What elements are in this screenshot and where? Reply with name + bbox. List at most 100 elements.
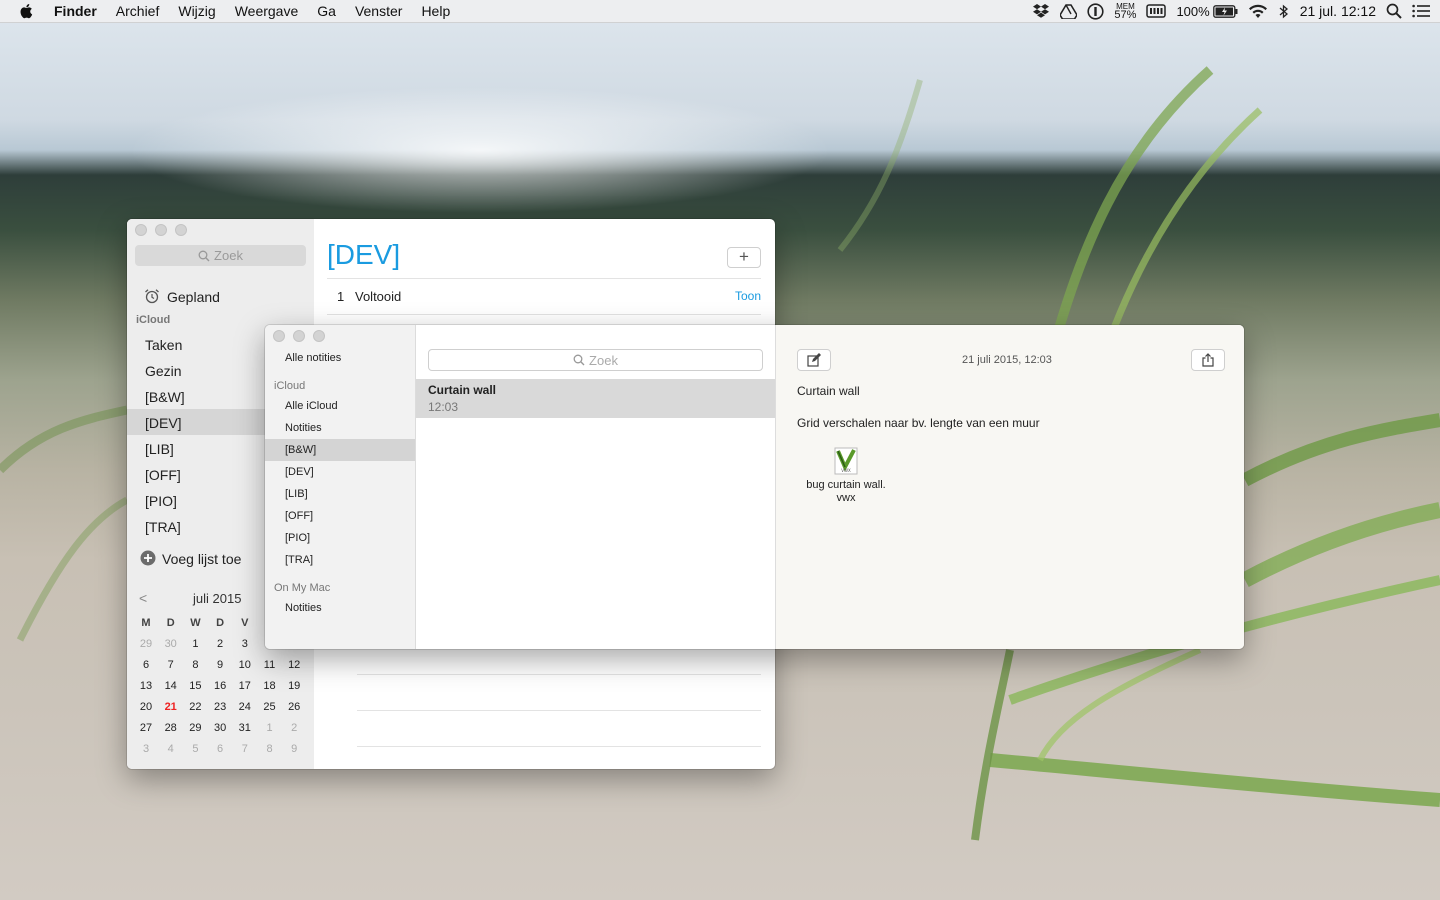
calendar-day[interactable]: 3: [135, 743, 157, 755]
add-reminder-button[interactable]: +: [727, 247, 761, 268]
new-note-button[interactable]: [797, 349, 831, 371]
folder-off[interactable]: [OFF]: [285, 510, 313, 522]
memory-indicator[interactable]: MEM 57%: [1114, 2, 1136, 21]
sidebar-item-off[interactable]: [OFF]: [145, 467, 181, 483]
calendar-day[interactable]: 1: [259, 722, 281, 734]
sidebar-item-taken[interactable]: Taken: [145, 337, 182, 353]
note-title[interactable]: Curtain wall: [797, 384, 860, 398]
calendar-prev-month-button[interactable]: <: [139, 590, 147, 606]
calendar-day[interactable]: 9: [209, 659, 231, 671]
notification-center-icon[interactable]: [1412, 4, 1430, 18]
calendar-day[interactable]: 25: [259, 701, 281, 713]
calendar-day[interactable]: 17: [234, 680, 256, 692]
sidebar-item-dev[interactable]: [DEV]: [145, 415, 182, 431]
sidebar-item-pio[interactable]: [PIO]: [145, 493, 177, 509]
calendar-day[interactable]: 12: [283, 659, 305, 671]
calendar-day[interactable]: 2: [209, 638, 231, 650]
calendar-day[interactable]: 30: [160, 638, 182, 650]
calendar-day[interactable]: 23: [209, 701, 231, 713]
close-button[interactable]: [273, 330, 285, 342]
clock[interactable]: 21 jul. 12:12: [1300, 3, 1376, 19]
sidebar-item-lib[interactable]: [LIB]: [145, 441, 174, 457]
calendar-day[interactable]: 1: [184, 638, 206, 650]
calendar-day[interactable]: 10: [234, 659, 256, 671]
spotlight-search-icon[interactable]: [1386, 3, 1402, 19]
calendar-month-label: juli 2015: [193, 591, 242, 606]
calendar-day[interactable]: 8: [184, 659, 206, 671]
menu-finder[interactable]: Finder: [54, 0, 97, 22]
calendar-day[interactable]: 7: [160, 659, 182, 671]
battery-icon[interactable]: [1212, 4, 1238, 18]
calendar-day[interactable]: 20: [135, 701, 157, 713]
menu-archief[interactable]: Archief: [116, 0, 160, 22]
vectorworks-file-icon[interactable]: VWX: [834, 447, 858, 475]
menu-weergave[interactable]: Weergave: [235, 0, 299, 22]
menu-help[interactable]: Help: [421, 0, 450, 22]
notes-sidebar: Alle notities iCloud Alle iCloud Notitie…: [265, 325, 416, 649]
folder-mac-notities[interactable]: Notities: [285, 602, 322, 614]
calendar-day[interactable]: 2: [283, 722, 305, 734]
calendar-day[interactable]: 5: [184, 743, 206, 755]
dropbox-icon[interactable]: [1032, 3, 1050, 19]
calendar-day[interactable]: 11: [259, 659, 281, 671]
folder-pio[interactable]: [PIO]: [285, 532, 310, 544]
folder-all-notes[interactable]: Alle notities: [285, 352, 341, 364]
folder-lib[interactable]: [LIB]: [285, 488, 308, 500]
zoom-button[interactable]: [313, 330, 325, 342]
menu-wijzig[interactable]: Wijzig: [178, 0, 215, 22]
cpu-icon[interactable]: [1146, 4, 1167, 18]
calendar-day[interactable]: 14: [160, 680, 182, 692]
calendar-day[interactable]: 29: [135, 638, 157, 650]
attachment-filename[interactable]: bug curtain wall. vwx: [796, 479, 896, 505]
calendar-day[interactable]: 7: [234, 743, 256, 755]
calendar-day[interactable]: 27: [135, 722, 157, 734]
reminders-search-field[interactable]: Zoek: [135, 245, 306, 266]
calendar-day[interactable]: 28: [160, 722, 182, 734]
show-completed-link[interactable]: Toon: [735, 289, 761, 303]
menu-ga[interactable]: Ga: [317, 0, 336, 22]
google-drive-icon[interactable]: [1060, 3, 1078, 19]
folder-all-icloud[interactable]: Alle iCloud: [285, 400, 338, 412]
close-button[interactable]: [135, 224, 147, 236]
notes-search-field[interactable]: Zoek: [428, 349, 763, 371]
calendar-day[interactable]: 16: [209, 680, 231, 692]
calendar-day[interactable]: 22: [184, 701, 206, 713]
bluetooth-icon[interactable]: [1278, 4, 1290, 19]
calendar-day[interactable]: 19: [283, 680, 305, 692]
sidebar-item-bw[interactable]: [B&W]: [145, 389, 185, 405]
calendar-day[interactable]: 26: [283, 701, 305, 713]
add-list-button[interactable]: Voeg lijst toe: [162, 551, 241, 567]
sidebar-item-scheduled[interactable]: Gepland: [167, 289, 220, 305]
onepassword-icon[interactable]: [1087, 2, 1105, 20]
folder-tra[interactable]: [TRA]: [285, 554, 313, 566]
battery-percentage[interactable]: 100%: [1176, 4, 1209, 19]
calendar-day[interactable]: 18: [259, 680, 281, 692]
note-body[interactable]: Grid verschalen naar bv. lengte van een …: [797, 416, 1040, 430]
share-button[interactable]: [1191, 349, 1225, 371]
wifi-icon[interactable]: [1248, 4, 1268, 19]
calendar-day[interactable]: 3: [234, 638, 256, 650]
calendar-day[interactable]: 29: [184, 722, 206, 734]
calendar-day[interactable]: 21: [160, 701, 182, 713]
folder-notities[interactable]: Notities: [285, 422, 322, 434]
calendar-day[interactable]: 13: [135, 680, 157, 692]
add-circle-icon[interactable]: [140, 550, 156, 566]
calendar-day[interactable]: 6: [135, 659, 157, 671]
calendar-day[interactable]: 30: [209, 722, 231, 734]
calendar-day[interactable]: 6: [209, 743, 231, 755]
sidebar-item-tra[interactable]: [TRA]: [145, 519, 181, 535]
minimize-button[interactable]: [293, 330, 305, 342]
calendar-day[interactable]: 8: [259, 743, 281, 755]
minimize-button[interactable]: [155, 224, 167, 236]
calendar-day[interactable]: 4: [160, 743, 182, 755]
zoom-button[interactable]: [175, 224, 187, 236]
menu-venster[interactable]: Venster: [355, 0, 402, 22]
folder-dev[interactable]: [DEV]: [285, 466, 314, 478]
folder-bw[interactable]: [B&W]: [285, 444, 316, 456]
sidebar-item-gezin[interactable]: Gezin: [145, 363, 182, 379]
calendar-day[interactable]: 24: [234, 701, 256, 713]
apple-icon[interactable]: [18, 2, 36, 20]
calendar-day[interactable]: 9: [283, 743, 305, 755]
calendar-day[interactable]: 31: [234, 722, 256, 734]
calendar-day[interactable]: 15: [184, 680, 206, 692]
